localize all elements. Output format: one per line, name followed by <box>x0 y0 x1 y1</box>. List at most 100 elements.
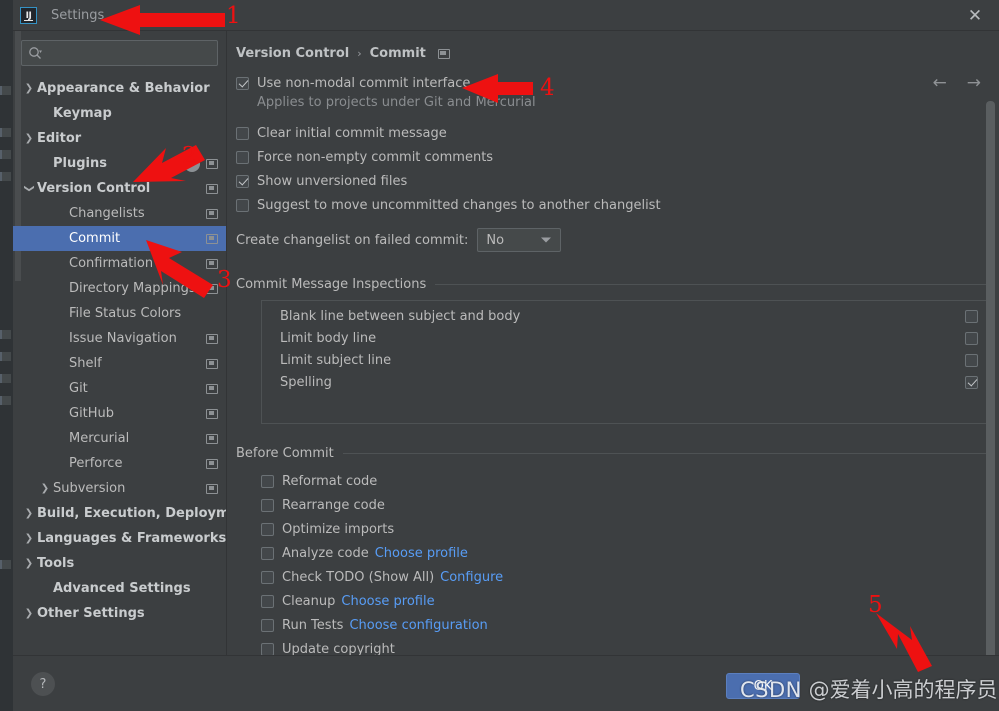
before-commit-link[interactable]: Choose profile <box>375 546 468 561</box>
sidebar-item-label: Mercurial <box>69 431 130 446</box>
chevron-right-icon[interactable]: ❯ <box>21 558 37 569</box>
search-box[interactable] <box>21 40 218 66</box>
sidebar-item-label: Other Settings <box>37 606 145 621</box>
dialog-body: ❯ Appearance & Behavior Keymap ❯ Editor Plugi… <box>13 31 999 655</box>
section-title: Commit Message Inspections <box>236 277 427 292</box>
project-settings-icon <box>206 233 218 244</box>
checkbox-box <box>261 642 274 655</box>
inspection-row[interactable]: Spelling <box>262 371 986 393</box>
before-commit-link[interactable]: Configure <box>440 570 503 585</box>
option-label: Rearrange code <box>282 497 385 513</box>
create-changelist-select[interactable]: No <box>477 228 562 252</box>
sidebar-item-github[interactable]: GitHub <box>13 401 226 426</box>
annotation-number-2: 2 <box>182 143 197 169</box>
sidebar-item-keymap[interactable]: Keymap <box>13 101 226 126</box>
sidebar-item-tools[interactable]: ❯ Tools <box>13 551 226 576</box>
sidebar-item-build-execution-deployment[interactable]: ❯Build, Execution, Deployment <box>13 501 226 526</box>
inspection-checkbox[interactable] <box>965 353 978 367</box>
before-commit-rearrange-code-checkbox[interactable]: Rearrange code <box>261 493 999 517</box>
option-label: Force non-empty commit comments <box>257 149 494 165</box>
arrow-left-icon[interactable]: ← <box>933 75 947 92</box>
sidebar-item-label: Git <box>69 381 88 396</box>
chevron-down-icon[interactable]: ❯ <box>24 181 35 197</box>
chevron-right-icon[interactable]: ❯ <box>21 508 37 519</box>
chevron-right-icon[interactable]: ❯ <box>21 608 37 619</box>
option-label: Suggest to move uncommitted changes to a… <box>257 197 661 213</box>
inspection-checkbox[interactable] <box>965 309 978 323</box>
chevron-right-icon[interactable]: ❯ <box>21 133 37 144</box>
option-label: Clear initial commit message <box>257 125 447 141</box>
force-non-empty-commit-comments-checkbox[interactable]: Force non-empty commit comments <box>236 145 999 169</box>
sidebar-item-advanced-settings[interactable]: Advanced Settings <box>13 576 226 601</box>
inspection-checkbox[interactable] <box>965 375 978 389</box>
before-commit-link[interactable]: Choose profile <box>341 594 434 609</box>
breadcrumb-parent[interactable]: Version Control <box>236 46 349 61</box>
section-title: Before Commit <box>236 446 334 461</box>
desktop-edge-strip <box>0 0 13 711</box>
sidebar-item-issue-navigation[interactable]: Issue Navigation <box>13 326 226 351</box>
section-rule <box>435 284 987 285</box>
create-changelist-label: Create changelist on failed commit: <box>236 232 469 248</box>
sidebar-item-label: Version Control <box>37 181 151 196</box>
sidebar-item-perforce[interactable]: Perforce <box>13 451 226 476</box>
search-input[interactable] <box>42 45 211 61</box>
option-label: Run Tests <box>282 617 344 633</box>
checkbox-box <box>236 76 249 90</box>
checkbox-box <box>236 198 249 212</box>
inspection-row[interactable]: Limit body line <box>262 327 986 349</box>
sidebar-item-git[interactable]: Git <box>13 376 226 401</box>
before-commit-link[interactable]: Choose configuration <box>349 618 487 633</box>
sidebar-item-languages-frameworks[interactable]: ❯ Languages & Frameworks <box>13 526 226 551</box>
chevron-right-icon[interactable]: ❯ <box>37 483 53 494</box>
checkbox-box <box>261 594 274 608</box>
before-commit-analyze-code-checkbox[interactable]: Analyze code Choose profile <box>261 541 999 565</box>
main-panel-scrollbar[interactable] <box>986 101 995 655</box>
sidebar-item-subversion[interactable]: ❯ Subversion <box>13 476 226 501</box>
sidebar-item-shelf[interactable]: Shelf <box>13 351 226 376</box>
close-icon[interactable]: ✕ <box>963 4 987 28</box>
help-button[interactable]: ? <box>31 672 55 696</box>
checkbox-box <box>261 618 274 632</box>
sidebar-item-confirmation[interactable]: Confirmation <box>13 251 226 276</box>
before-commit-cleanup-checkbox[interactable]: Cleanup Choose profile <box>261 589 999 613</box>
watermark-author: @爱着小高的程序员 <box>808 678 998 702</box>
project-settings-icon <box>206 183 218 194</box>
sidebar-item-appearance-behavior[interactable]: ❯ Appearance & Behavior <box>13 76 226 101</box>
inspection-row[interactable]: Blank line between subject and body <box>262 305 986 327</box>
inspection-row[interactable]: Limit subject line <box>262 349 986 371</box>
sidebar-item-version-control[interactable]: ❯ Version Control <box>13 176 226 201</box>
select-value: No <box>486 232 505 248</box>
csdn-watermark: CSDN @爱着小高的程序员 <box>740 674 998 704</box>
sidebar-item-label: Appearance & Behavior <box>37 81 210 96</box>
project-settings-icon <box>206 408 218 419</box>
sidebar-item-mercurial[interactable]: Mercurial <box>13 426 226 451</box>
chevron-right-icon[interactable]: ❯ <box>21 533 37 544</box>
before-commit-run-tests-checkbox[interactable]: Run Tests Choose configuration <box>261 613 999 637</box>
use-non-modal-commit-interface-checkbox[interactable]: Use non-modal commit interface <box>236 71 999 95</box>
sidebar-item-commit[interactable]: Commit <box>13 226 226 251</box>
sidebar-item-label: Tools <box>37 556 75 571</box>
suggest-move-uncommitted-changes-checkbox[interactable]: Suggest to move uncommitted changes to a… <box>236 193 999 217</box>
sidebar-item-other-settings[interactable]: ❯ Other Settings <box>13 601 226 626</box>
sidebar-item-directory-mappings[interactable]: Directory Mappings <box>13 276 226 301</box>
before-commit-reformat-code-checkbox[interactable]: Reformat code <box>261 469 999 493</box>
window-title: Settings <box>51 8 105 23</box>
show-unversioned-files-checkbox[interactable]: Show unversioned files <box>236 169 999 193</box>
inspection-name: Spelling <box>280 374 332 390</box>
chevron-right-icon[interactable]: ❯ <box>21 83 37 94</box>
before-commit-list: Reformat code Rearrange code Optimize impo… <box>261 469 999 655</box>
sidebar-item-label: Directory Mappings <box>69 281 196 296</box>
watermark-tag: CSDN <box>740 678 802 702</box>
before-commit-check-todo-show-all-checkbox[interactable]: Check TODO (Show All) Configure <box>261 565 999 589</box>
before-commit-optimize-imports-checkbox[interactable]: Optimize imports <box>261 517 999 541</box>
option-label: Show unversioned files <box>257 173 408 189</box>
sidebar-item-file-status-colors[interactable]: File Status Colors <box>13 301 226 326</box>
inspection-checkbox[interactable] <box>965 331 978 345</box>
sidebar-item-label: Issue Navigation <box>69 331 177 346</box>
sidebar-item-changelists[interactable]: Changelists <box>13 201 226 226</box>
sidebar-item-label: Editor <box>37 131 82 146</box>
arrow-right-icon[interactable]: → <box>967 75 981 92</box>
before-commit-update-copyright-checkbox[interactable]: Update copyright <box>261 637 999 655</box>
clear-initial-commit-message-checkbox[interactable]: Clear initial commit message <box>236 121 999 145</box>
sidebar-item-label: Changelists <box>69 206 145 221</box>
